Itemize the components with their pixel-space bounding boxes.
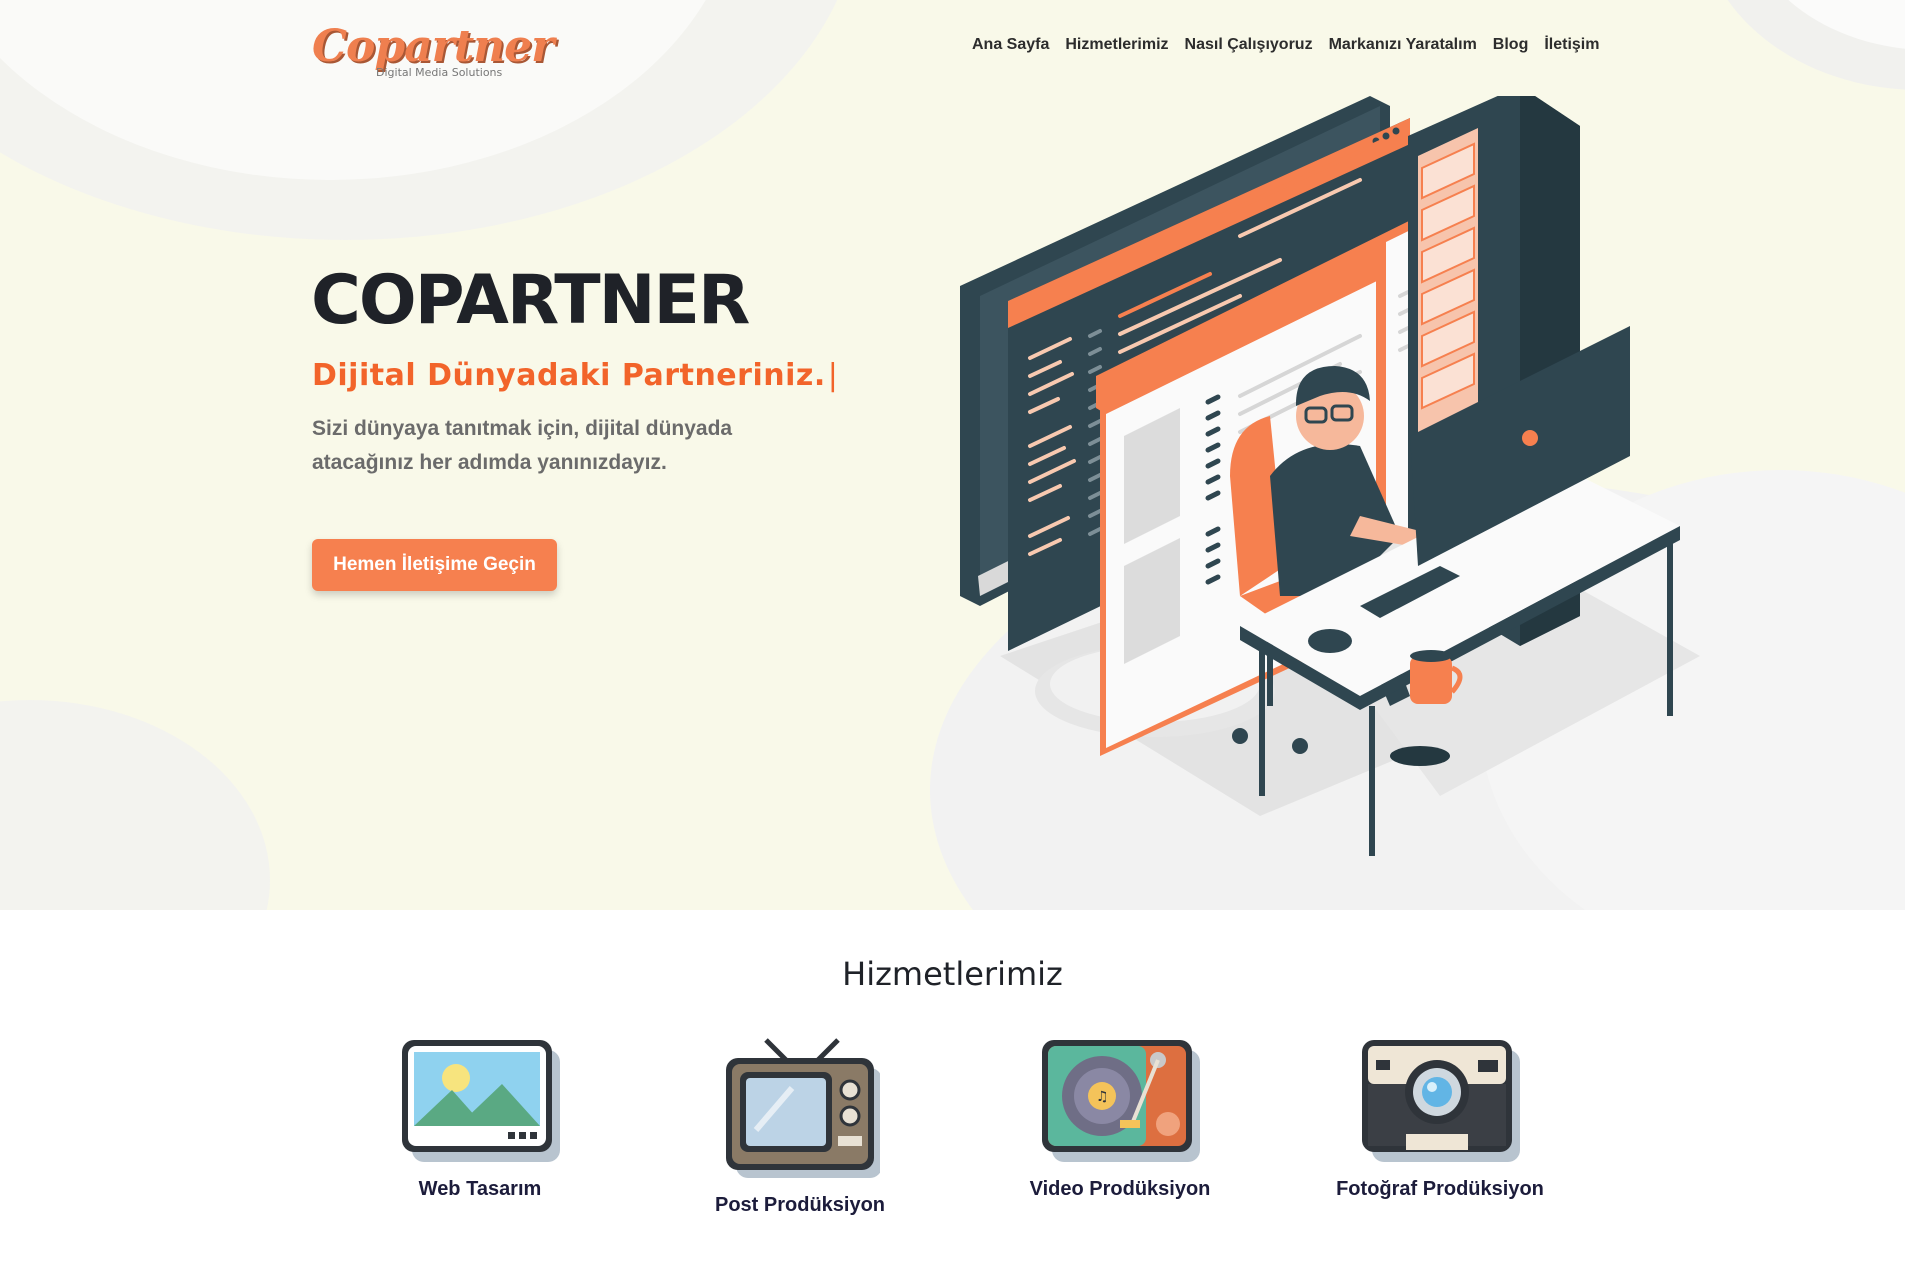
service-card-web-design[interactable]: Web Tasarım <box>330 1038 630 1201</box>
logo-tagline: Digital Media Solutions <box>376 66 503 79</box>
nav-link-contact[interactable]: İletişim <box>1544 36 1599 54</box>
services-title: Hizmetlerimiz <box>842 955 1063 993</box>
site-logo[interactable]: Copartner Digital Media Solutions <box>312 22 554 84</box>
hero-section: Copartner Digital Media Solutions Ana Sa… <box>0 0 1905 910</box>
service-card-post-production[interactable]: Post Prodüksiyon <box>650 1038 950 1217</box>
description-line: atacağınız her adımda yanınızdayız. <box>312 451 667 474</box>
logo-wordmark: Copartner <box>312 21 554 72</box>
nav-link-services[interactable]: Hizmetlerimiz <box>1065 36 1168 54</box>
background-blob <box>0 700 270 910</box>
contact-cta-button[interactable]: Hemen İletişime Geçin <box>312 539 557 591</box>
hero-description: Sizi dünyaya tanıtmak için, dijital düny… <box>312 412 792 480</box>
description-line: Sizi dünyaya tanıtmak için, dijital düny… <box>312 417 733 440</box>
instant-camera-icon <box>1362 1040 1520 1162</box>
nav-link-blog[interactable]: Blog <box>1493 36 1529 54</box>
nav-link-home[interactable]: Ana Sayfa <box>972 36 1049 54</box>
retro-tv-icon <box>726 1038 880 1178</box>
service-label: Video Prodüksiyon <box>1029 1178 1211 1200</box>
nav-link-brand[interactable]: Markanızı Yaratalım <box>1329 36 1477 54</box>
typing-cursor: | <box>827 358 839 393</box>
hero-title: COPARTNER <box>311 261 750 340</box>
nav-link-how-we-work[interactable]: Nasıl Çalışıyoruz <box>1185 36 1313 54</box>
service-label: Web Tasarım <box>418 1178 542 1200</box>
developer-workspace-illustration <box>960 96 1700 856</box>
service-label: Post Prodüksiyon <box>714 1194 886 1216</box>
tagline-text: Dijital Dünyadaki Partneriniz. <box>312 358 826 393</box>
service-label: Fotoğraf Prodüksiyon <box>1336 1178 1544 1200</box>
service-card-photo-production[interactable]: Fotoğraf Prodüksiyon <box>1290 1038 1590 1201</box>
record-player-icon: ♫ <box>1042 1040 1200 1162</box>
svg-text:♫: ♫ <box>1096 1089 1109 1105</box>
main-nav: Ana Sayfa Hizmetlerimiz Nasıl Çalışıyoru… <box>972 36 1599 54</box>
service-card-video-production[interactable]: ♫ Video Prodüksiyon <box>970 1038 1270 1201</box>
picture-frame-icon <box>402 1040 560 1162</box>
hero-tagline: Dijital Dünyadaki Partneriniz.| <box>312 358 838 393</box>
